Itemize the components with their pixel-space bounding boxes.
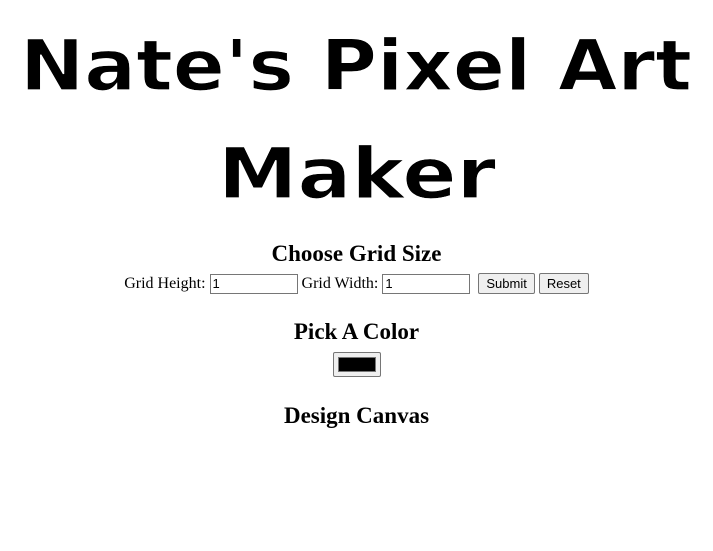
grid-width-label: Grid Width: xyxy=(301,274,379,292)
grid-height-label: Grid Height: xyxy=(124,274,206,292)
color-picker[interactable] xyxy=(333,352,381,377)
color-swatch xyxy=(338,357,376,372)
reset-button[interactable]: Reset xyxy=(538,273,589,294)
grid-width-input[interactable] xyxy=(382,273,471,294)
grid-height-input[interactable] xyxy=(209,273,298,294)
page-title-logo: Nate's Pixel Art Nate's Pixel Art Maker … xyxy=(0,0,713,230)
title-line-1-outline: Nate's Pixel Art xyxy=(20,25,692,107)
pick-color-heading: Pick A Color xyxy=(293,319,420,344)
title-line-2-outline: Maker xyxy=(218,133,497,215)
submit-button[interactable]: Submit xyxy=(478,273,535,294)
title-svg: Nate's Pixel Art Nate's Pixel Art Maker … xyxy=(19,24,692,215)
design-canvas-heading: Design Canvas xyxy=(283,403,430,428)
grid-size-heading: Choose Grid Size xyxy=(271,241,442,266)
grid-size-form: Grid Height: Grid Width: Submit Reset xyxy=(0,273,713,294)
